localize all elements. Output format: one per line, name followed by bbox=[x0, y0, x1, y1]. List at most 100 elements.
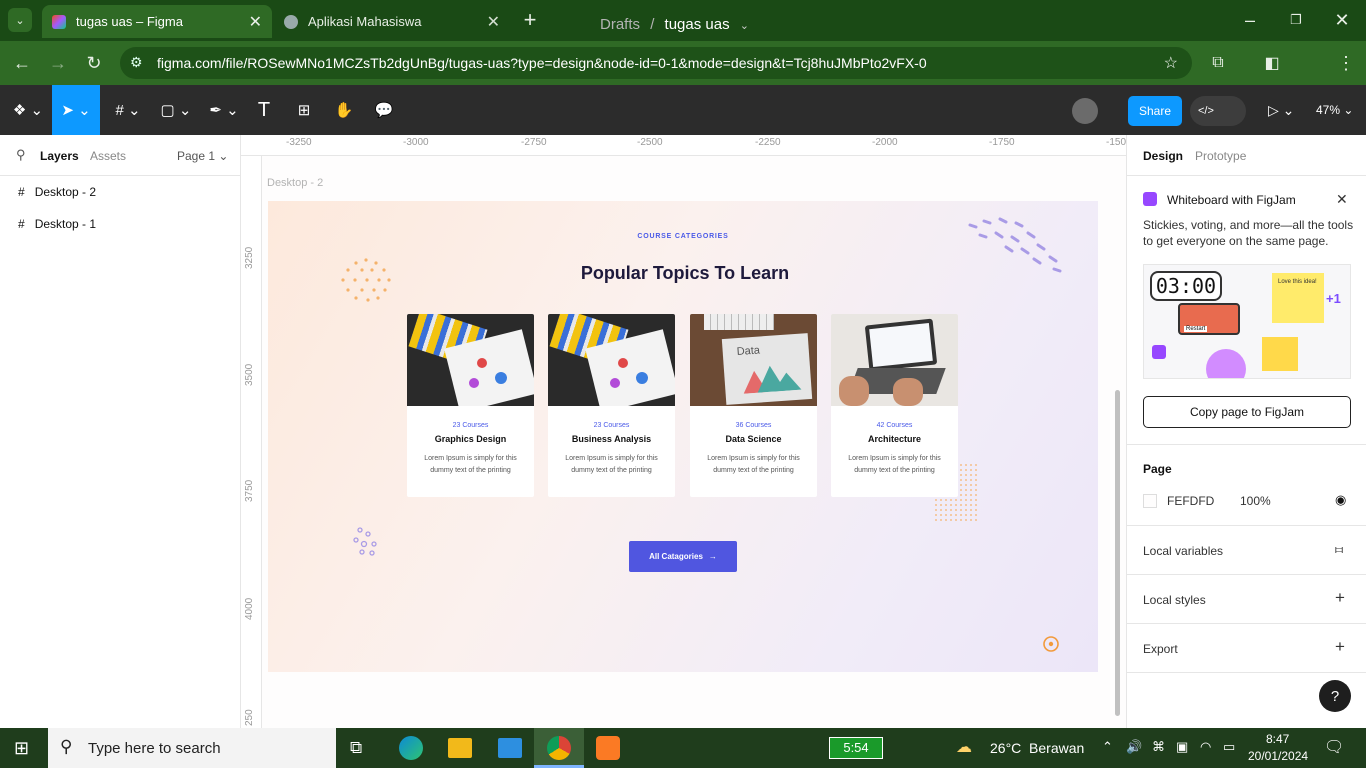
tab-assets[interactable]: Assets bbox=[90, 149, 126, 163]
breadcrumb-drafts[interactable]: Drafts bbox=[600, 16, 640, 33]
reload-icon[interactable]: ↻ bbox=[82, 51, 106, 75]
eye-icon[interactable]: ◉ bbox=[1335, 492, 1346, 508]
tab-aplikasi[interactable]: Aplikasi Mahasiswa ✕ bbox=[274, 5, 510, 38]
close-tab-icon[interactable]: ✕ bbox=[487, 12, 500, 32]
export-label[interactable]: Export bbox=[1143, 642, 1178, 656]
page-color-value[interactable]: FEFDFD bbox=[1167, 494, 1214, 508]
canvas-scrollbar[interactable] bbox=[1115, 390, 1120, 716]
course-desc: Lorem Ipsum is simply for this dummy tex… bbox=[707, 455, 800, 474]
add-export-icon[interactable]: + bbox=[1335, 637, 1345, 657]
windows-start-icon[interactable]: ⊞ bbox=[14, 738, 34, 758]
divider bbox=[1127, 574, 1366, 575]
page-opacity-value[interactable]: 100% bbox=[1240, 494, 1271, 508]
text-tool-icon[interactable]: T bbox=[252, 85, 276, 135]
design-frame[interactable]: COURSE CATEGORIES Popular Topics To Lear… bbox=[268, 201, 1098, 672]
ruler-tick: -3250 bbox=[286, 137, 312, 148]
share-button[interactable]: Share bbox=[1128, 96, 1182, 126]
card-image-business bbox=[548, 314, 675, 406]
local-styles-label[interactable]: Local styles bbox=[1143, 593, 1206, 607]
site-info-icon[interactable]: ⚙ bbox=[130, 54, 143, 71]
dev-mode-toggle[interactable]: </> bbox=[1190, 96, 1246, 126]
zoom-level[interactable]: 47% ⌄ bbox=[1316, 103, 1353, 117]
card-image-data-science: Data bbox=[690, 314, 817, 406]
course-card[interactable]: 23 Courses Graphics Design Lorem Ipsum i… bbox=[407, 314, 534, 497]
clock-time[interactable]: 8:47 bbox=[1266, 732, 1289, 746]
copy-to-figjam-button[interactable]: Copy page to FigJam bbox=[1143, 396, 1351, 428]
menu-icon[interactable]: ⋮ bbox=[1334, 51, 1358, 75]
comment-tool-icon[interactable]: 💬 bbox=[372, 85, 396, 135]
page-selector[interactable]: Page 1 ⌄ bbox=[177, 149, 228, 163]
chrome-taskbar-button[interactable] bbox=[534, 728, 584, 768]
tab-design[interactable]: Design bbox=[1143, 149, 1183, 163]
tab-search-button[interactable]: ⌄ bbox=[8, 8, 32, 32]
breadcrumb[interactable]: Drafts / tugas uas ⌄ bbox=[600, 16, 749, 33]
present-icon[interactable]: ▷ ⌄ bbox=[1268, 102, 1294, 119]
forward-icon[interactable]: → bbox=[46, 51, 70, 75]
back-icon[interactable]: ← bbox=[10, 51, 34, 75]
close-promo-icon[interactable]: ✕ bbox=[1336, 191, 1348, 208]
search-icon[interactable]: ⚲ bbox=[16, 147, 26, 163]
wifi-icon[interactable]: ◠ bbox=[1200, 739, 1211, 755]
user-avatar[interactable] bbox=[1072, 98, 1098, 124]
course-desc: Lorem Ipsum is simply for this dummy tex… bbox=[565, 455, 658, 474]
xampp-icon[interactable] bbox=[596, 736, 620, 760]
file-explorer-icon[interactable] bbox=[448, 738, 472, 758]
figma-main-menu-icon[interactable]: ❖ ⌄ bbox=[8, 85, 48, 135]
shape-square bbox=[1262, 337, 1298, 371]
extensions-icon[interactable]: ⧉ bbox=[1206, 51, 1230, 75]
close-tab-icon[interactable]: ✕ bbox=[249, 12, 262, 32]
help-button[interactable]: ? bbox=[1319, 680, 1351, 712]
tab-prototype[interactable]: Prototype bbox=[1195, 149, 1246, 163]
course-count: 42 Courses bbox=[876, 422, 913, 429]
tab-figma[interactable]: tugas uas – Figma ✕ bbox=[42, 5, 272, 38]
vertical-ruler: 3250 3500 3750 4000 250 bbox=[241, 156, 262, 728]
course-card[interactable]: Data 36 Courses Data Science Lorem Ipsum… bbox=[690, 314, 817, 497]
resources-icon[interactable]: ⊞ bbox=[292, 85, 316, 135]
layer-row[interactable]: # Desktop - 2 bbox=[18, 185, 96, 199]
ruler-tick: 4000 bbox=[244, 597, 255, 620]
frame-tool-icon[interactable]: # ⌄ bbox=[108, 85, 148, 135]
new-tab-button[interactable]: + bbox=[518, 7, 542, 32]
taskbar-search[interactable]: ⚲ Type here to search bbox=[48, 728, 336, 768]
chevron-up-icon[interactable]: ⌃ bbox=[1102, 739, 1113, 755]
battery-timer[interactable]: 5:54 bbox=[829, 737, 883, 759]
page-section-title: Page bbox=[1143, 462, 1172, 476]
local-variables-label[interactable]: Local variables bbox=[1143, 544, 1223, 558]
url-field[interactable]: ⚙ figma.com/file/ROSewMNo1MCZsTb2dgUnBg/… bbox=[120, 47, 1192, 79]
course-card[interactable]: 23 Courses Business Analysis Lorem Ipsum… bbox=[548, 314, 675, 497]
bookmark-star-icon[interactable]: ☆ bbox=[1164, 53, 1178, 73]
all-categories-button[interactable]: All Catagories → bbox=[629, 541, 737, 572]
volume-icon[interactable]: 🔊 bbox=[1126, 739, 1142, 755]
restart-label: Restart bbox=[1184, 326, 1208, 332]
card-image-architecture bbox=[831, 314, 958, 406]
window-close-icon[interactable]: ✕ bbox=[1330, 8, 1354, 32]
edge-icon[interactable] bbox=[399, 736, 423, 760]
sidepanel-icon[interactable]: ◧ bbox=[1260, 51, 1284, 75]
hand-tool-icon[interactable]: ✋ bbox=[332, 85, 356, 135]
mail-icon[interactable] bbox=[498, 738, 522, 758]
pen-tool-icon[interactable]: ✒ ⌄ bbox=[204, 85, 244, 135]
camera-icon[interactable]: ⌘ bbox=[1152, 739, 1165, 755]
weather-icon[interactable]: ☁ bbox=[956, 737, 972, 757]
card-image-graphics bbox=[407, 314, 534, 406]
notification-icon[interactable]: 🗨 bbox=[1324, 737, 1344, 757]
course-card[interactable]: 42 Courses Architecture Lorem Ipsum is s… bbox=[831, 314, 958, 497]
move-tool-icon[interactable]: ➤ ⌄ bbox=[52, 85, 100, 135]
file-name[interactable]: tugas uas bbox=[665, 16, 730, 33]
chevron-down-icon[interactable]: ⌄ bbox=[740, 20, 749, 32]
battery-icon[interactable]: ▭ bbox=[1223, 739, 1235, 755]
weather-text[interactable]: 26°C Berawan bbox=[990, 740, 1084, 756]
task-view-icon[interactable]: ⧉ bbox=[350, 738, 362, 758]
tab-layers[interactable]: Layers bbox=[40, 149, 79, 163]
tab-title: tugas uas – Figma bbox=[76, 14, 183, 29]
minimize-icon[interactable]: – bbox=[1238, 8, 1262, 32]
sliders-icon[interactable]: ⧦ bbox=[1335, 541, 1343, 557]
layer-row[interactable]: # Desktop - 1 bbox=[18, 217, 96, 231]
frame-label[interactable]: Desktop - 2 bbox=[267, 177, 323, 189]
restore-icon[interactable]: ❐ bbox=[1284, 8, 1308, 32]
shape-tool-icon[interactable]: ▢ ⌄ bbox=[156, 85, 196, 135]
add-style-icon[interactable]: + bbox=[1335, 588, 1345, 608]
clock-date[interactable]: 20/01/2024 bbox=[1248, 749, 1308, 763]
page-color-swatch[interactable] bbox=[1143, 494, 1157, 508]
display-icon[interactable]: ▣ bbox=[1176, 739, 1188, 755]
